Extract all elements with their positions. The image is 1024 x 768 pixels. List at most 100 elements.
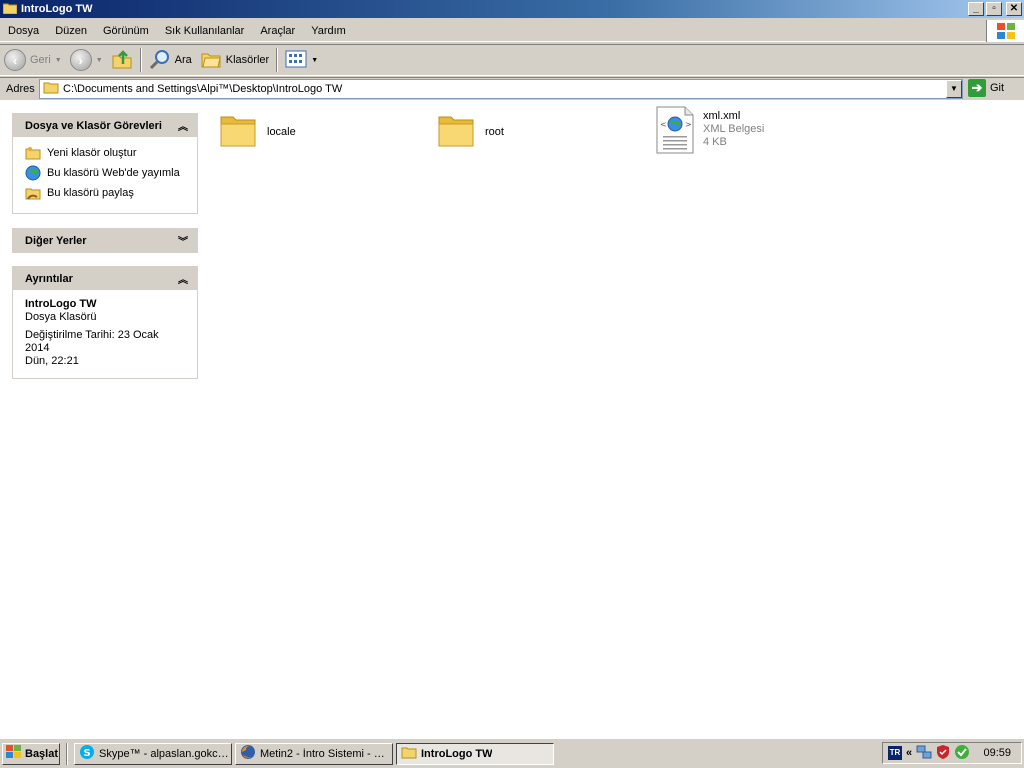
menu-tools[interactable]: Araçlar (252, 25, 303, 37)
search-icon (149, 48, 171, 73)
start-label: Başlat (25, 747, 59, 760)
menu-bar: Dosya Düzen Görünüm Sık Kullanılanlar Ar… (0, 20, 1024, 42)
tasks-panel-header[interactable]: Dosya ve Klasör Görevleri ︽ (13, 114, 197, 137)
taskbar-item-skype[interactable]: S Skype™ - alpaslan.gokce... (74, 742, 232, 765)
views-button[interactable]: ▼ (281, 46, 322, 74)
back-button[interactable]: ‹ Geri ▼ (0, 46, 66, 74)
restore-button[interactable]: ▫ (986, 2, 1002, 16)
taskbar-item-label: Metin2 - İntro Sistemi - M... (260, 747, 392, 760)
svg-text:S: S (84, 748, 91, 759)
folders-icon (200, 49, 222, 72)
menu-edit[interactable]: Düzen (47, 25, 95, 37)
content-area: Dosya ve Klasör Görevleri ︽ Yeni klasör … (0, 100, 1024, 738)
search-button[interactable]: Ara (145, 46, 196, 74)
details-header[interactable]: Ayrıntılar ︽ (13, 267, 197, 290)
file-size: 4 KB (703, 136, 727, 148)
task-new-folder[interactable]: Yeni klasör oluştur (25, 143, 185, 163)
antivirus-check-icon[interactable] (954, 744, 970, 763)
task-label: Bu klasörü paylaş (47, 187, 134, 199)
address-dropdown-button[interactable]: ▼ (946, 80, 962, 98)
taskbar-item-label: Skype™ - alpaslan.gokce... (99, 747, 231, 760)
security-shield-icon[interactable] (936, 744, 950, 763)
clock[interactable]: 09:59 (983, 747, 1011, 759)
start-button[interactable]: Başlat (2, 742, 60, 765)
other-places-title: Diğer Yerler (25, 234, 87, 247)
svg-text:>: > (685, 120, 692, 129)
network-icon[interactable] (916, 744, 932, 763)
minimize-button[interactable]: _ (968, 2, 984, 16)
toolbar-separator (276, 48, 279, 72)
file-type: XML Belgesi (703, 123, 765, 135)
taskbar-item-explorer[interactable]: IntroLogo TW (396, 742, 554, 765)
toolbar: ‹ Geri ▼ › ▼ Ara Klasörler ▼ (0, 44, 1024, 76)
firefox-icon (240, 744, 256, 763)
folders-label: Klasörler (225, 54, 270, 66)
folders-button[interactable]: Klasörler (196, 46, 273, 74)
taskbar-separator (66, 742, 68, 765)
expand-icon[interactable]: ︾ (178, 233, 188, 248)
details-modified-time: Dün, 22:21 (25, 355, 79, 367)
taskbar-item-firefox[interactable]: Metin2 - İntro Sistemi - M... (235, 742, 393, 765)
go-arrow-icon: ➔ (968, 79, 986, 97)
file-name: xml.xml (703, 110, 741, 122)
folder-icon (437, 112, 475, 151)
address-path: C:\Documents and Settings\Alpi™\Desktop\… (63, 83, 343, 95)
back-arrow-icon: ‹ (4, 49, 26, 71)
search-label: Ara (174, 54, 192, 66)
back-label: Geri (30, 54, 51, 66)
other-places-header[interactable]: Diğer Yerler ︾ (13, 229, 197, 252)
share-folder-icon (25, 185, 41, 201)
go-label: Git (990, 82, 1005, 94)
menu-file[interactable]: Dosya (0, 25, 47, 37)
task-publish-web[interactable]: Bu klasörü Web'de yayımla (25, 163, 185, 183)
tasks-panel-title: Dosya ve Klasör Görevleri (25, 119, 162, 132)
new-folder-icon (25, 145, 41, 161)
system-tray: TR « 09:59 (882, 742, 1022, 764)
folder-icon (2, 2, 18, 17)
taskbar: Başlat S Skype™ - alpaslan.gokce... Meti… (0, 738, 1024, 768)
menu-favorites[interactable]: Sık Kullanılanlar (157, 25, 253, 37)
taskbar-item-label: IntroLogo TW (421, 747, 493, 760)
folder-icon (43, 81, 59, 97)
details-type: Dosya Klasörü (25, 311, 97, 323)
file-item[interactable]: root (437, 112, 504, 151)
menu-help[interactable]: Yardım (303, 25, 354, 37)
file-name: locale (267, 125, 296, 138)
globe-icon (25, 165, 41, 181)
address-label: Adres (6, 82, 35, 95)
forward-dropdown-icon[interactable]: ▼ (96, 57, 103, 64)
up-folder-icon (111, 48, 133, 73)
details-title: Ayrıntılar (25, 272, 73, 285)
svg-text:<: < (660, 120, 667, 129)
file-item[interactable]: locale (219, 112, 296, 151)
windows-logo-icon (6, 745, 22, 762)
menu-view[interactable]: Görünüm (95, 25, 157, 37)
close-button[interactable]: ✕ (1006, 2, 1022, 16)
tasks-panel: Dosya ve Klasör Görevleri ︽ Yeni klasör … (12, 113, 198, 214)
go-button[interactable]: ➔ Git (968, 79, 1004, 97)
collapse-icon[interactable]: ︽ (178, 271, 188, 286)
toolbar-separator (139, 48, 142, 72)
views-dropdown-icon[interactable]: ▼ (311, 57, 318, 64)
task-label: Yeni klasör oluştur (47, 147, 137, 159)
language-indicator[interactable]: TR (888, 746, 902, 760)
details-panel: Ayrıntılar ︽ IntroLogo TW Dosya Klasörü … (12, 266, 198, 379)
xml-document-icon: < > (655, 106, 695, 154)
up-folder-button[interactable] (107, 46, 137, 74)
tray-expand-button[interactable]: « (906, 747, 912, 759)
window-title: IntroLogo TW (21, 3, 93, 15)
task-share-folder[interactable]: Bu klasörü paylaş (25, 183, 185, 203)
forward-button[interactable]: › ▼ (66, 46, 107, 74)
other-places-panel: Diğer Yerler ︾ (12, 228, 198, 253)
collapse-icon[interactable]: ︽ (178, 118, 188, 133)
folder-icon (401, 746, 417, 762)
forward-arrow-icon: › (69, 49, 92, 71)
views-icon (285, 50, 307, 71)
title-bar: IntroLogo TW _ ▫ ✕ (0, 0, 1024, 18)
file-item[interactable]: < > xml.xml XML Belgesi 4 KB (655, 106, 764, 154)
address-input[interactable]: C:\Documents and Settings\Alpi™\Desktop\… (39, 79, 963, 99)
file-name: root (485, 125, 504, 138)
back-dropdown-icon[interactable]: ▼ (55, 57, 62, 64)
task-label: Bu klasörü Web'de yayımla (47, 167, 180, 179)
windows-logo-icon (986, 20, 1024, 42)
